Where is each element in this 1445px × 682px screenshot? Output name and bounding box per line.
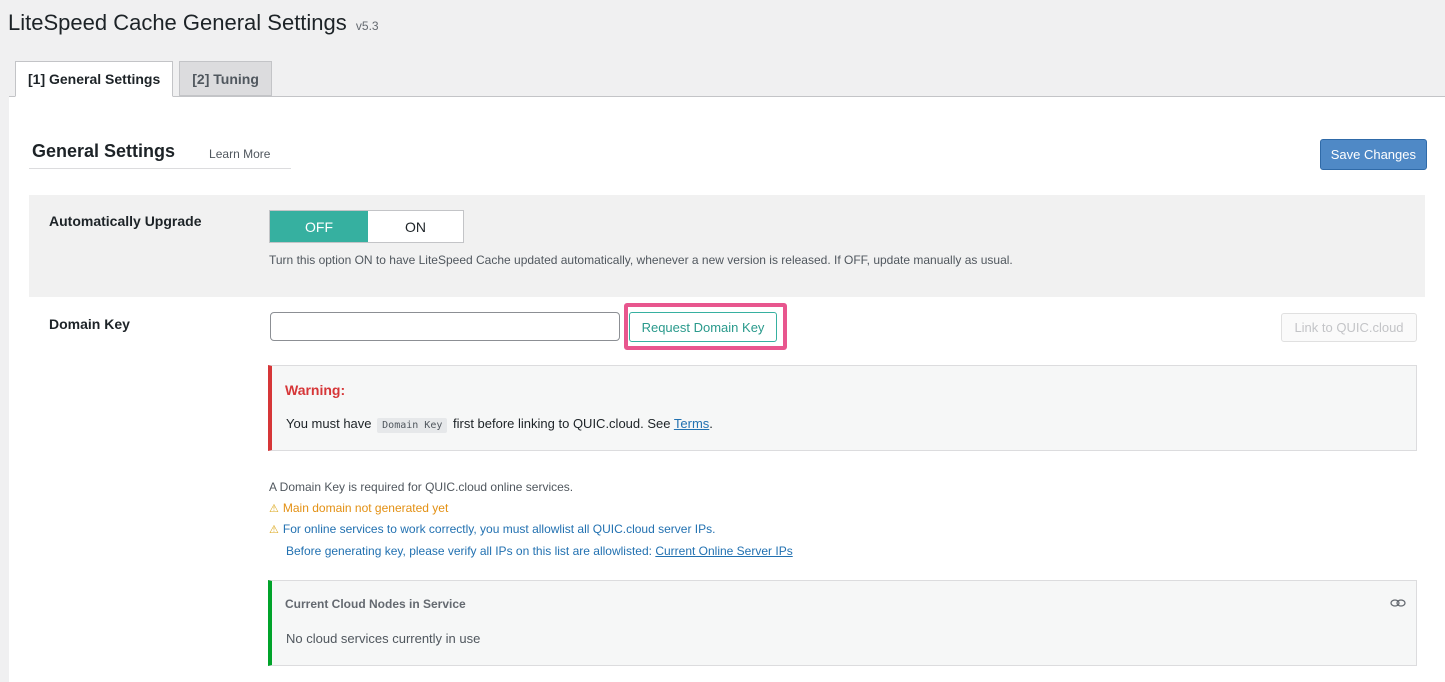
auto-upgrade-description: Turn this option ON to have LiteSpeed Ca…: [269, 253, 1013, 267]
cloud-nodes-box: Current Cloud Nodes in Service No cloud …: [268, 580, 1417, 666]
settings-tabs: [1] General Settings [2] Tuning: [15, 61, 278, 97]
page-title-text: LiteSpeed Cache General Settings: [8, 10, 347, 35]
info-verify: Before generating key, please verify all…: [269, 541, 793, 562]
info-required: A Domain Key is required for QUIC.cloud …: [269, 480, 574, 494]
toggle-off-option[interactable]: OFF: [270, 211, 368, 242]
warning-triangle-icon: ⚠: [269, 524, 279, 536]
warning-title: Warning:: [285, 382, 346, 398]
info-allowlist-text: For online services to work correctly, y…: [282, 522, 716, 536]
warning-period: .: [709, 416, 713, 431]
settings-panel: General Settings Learn More Save Changes…: [9, 96, 1445, 682]
chain-link-icon: [1390, 599, 1406, 607]
info-allowlist: ⚠ For online services to work correctly, …: [269, 519, 793, 541]
toggle-on-option[interactable]: ON: [368, 211, 463, 242]
tab-tuning[interactable]: [2] Tuning: [179, 61, 272, 96]
cloud-nodes-title: Current Cloud Nodes in Service: [285, 597, 466, 611]
version-label: v5.3: [355, 19, 379, 33]
current-online-server-ips-link[interactable]: Current Online Server IPs: [655, 544, 792, 558]
info-verify-text: Before generating key, please verify all…: [286, 543, 652, 558]
link-icon[interactable]: [1390, 595, 1406, 611]
request-domain-key-button[interactable]: Request Domain Key: [629, 312, 777, 342]
domain-key-label: Domain Key: [49, 316, 130, 332]
warning-text-before: You must have: [286, 416, 372, 431]
link-to-quic-cloud-button[interactable]: Link to QUIC.cloud: [1281, 313, 1417, 342]
info-main-domain: ⚠ Main domain not generated yet: [269, 498, 793, 520]
warning-triangle-icon: ⚠: [269, 502, 279, 515]
domain-key-code: Domain Key: [377, 418, 448, 433]
warning-text-after: first before linking to QUIC.cloud. See: [453, 416, 671, 431]
save-changes-button[interactable]: Save Changes: [1319, 139, 1427, 170]
section-title: General Settings: [32, 141, 176, 161]
info-main-domain-text: Main domain not generated yet: [282, 500, 449, 515]
domain-key-warning: Warning: You must have Domain Key first …: [268, 365, 1417, 451]
learn-more-link[interactable]: Learn More: [209, 147, 270, 161]
tab-general-settings[interactable]: [1] General Settings: [15, 61, 174, 97]
auto-upgrade-row: Automatically Upgrade OFF ON Turn this o…: [29, 195, 1425, 297]
auto-upgrade-toggle: OFF ON: [269, 210, 464, 243]
domain-key-info: A Domain Key is required for QUIC.cloud …: [269, 477, 793, 561]
page-title: LiteSpeed Cache General Settings v5.3: [8, 10, 379, 36]
domain-key-input[interactable]: [270, 312, 620, 341]
section-header: General Settings Learn More: [29, 141, 291, 169]
warning-text: You must have Domain Key first before li…: [286, 416, 713, 433]
auto-upgrade-label: Automatically Upgrade: [49, 213, 202, 229]
terms-link[interactable]: Terms: [674, 416, 709, 431]
cloud-nodes-text: No cloud services currently in use: [286, 631, 481, 646]
